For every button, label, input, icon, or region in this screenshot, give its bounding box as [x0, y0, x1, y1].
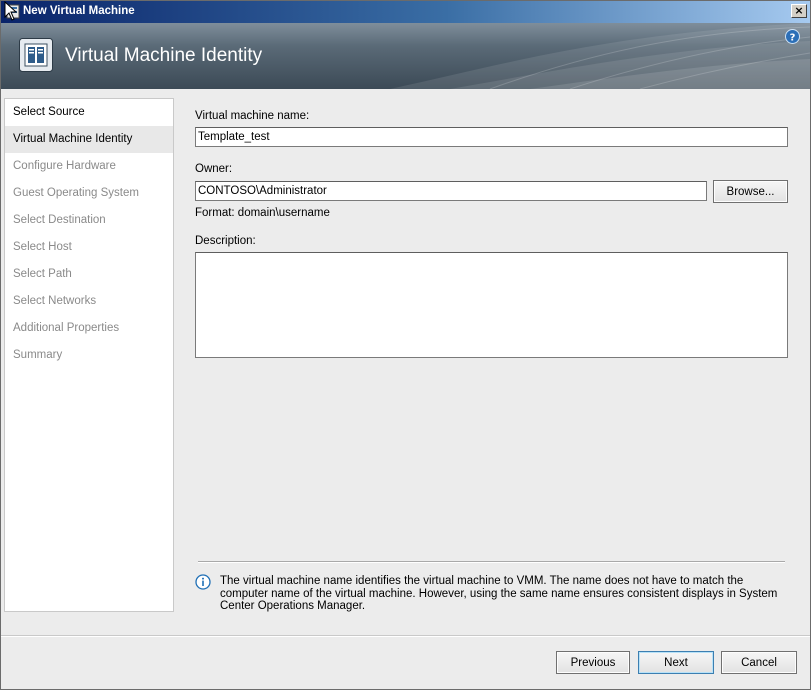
nav-item-select-networks[interactable]: Select Networks [5, 288, 173, 315]
help-glyph: ? [790, 33, 796, 44]
vm-name-input[interactable] [195, 127, 788, 147]
nav-item-select-destination[interactable]: Select Destination [5, 207, 173, 234]
owner-input[interactable] [195, 181, 707, 201]
browse-button[interactable]: Browse... [713, 180, 788, 203]
banner-decoration [390, 23, 810, 89]
nav-item-virtual-machine-identity[interactable]: Virtual Machine Identity [5, 126, 173, 153]
footer-divider [1, 635, 810, 637]
next-button[interactable]: Next [638, 651, 714, 674]
nav-item-configure-hardware[interactable]: Configure Hardware [5, 153, 173, 180]
page-title: Virtual Machine Identity [65, 45, 263, 66]
help-icon[interactable]: ? [785, 29, 800, 44]
nav-item-select-host[interactable]: Select Host [5, 234, 173, 261]
server-icon [19, 38, 53, 72]
info-icon [195, 574, 211, 590]
nav-item-select-source[interactable]: Select Source [5, 99, 173, 126]
header-banner: Virtual Machine Identity ? [1, 23, 810, 89]
window-title: New Virtual Machine [23, 5, 135, 17]
previous-button[interactable]: Previous [556, 651, 630, 674]
nav-item-select-path[interactable]: Select Path [5, 261, 173, 288]
new-virtual-machine-window: New Virtual Machine × Virtual Machine Id… [0, 0, 811, 690]
nav-item-summary[interactable]: Summary [5, 342, 173, 369]
info-divider [198, 561, 785, 563]
description-label: Description: [195, 235, 256, 247]
info-message: The virtual machine name identifies the … [220, 575, 778, 612]
cancel-button[interactable]: Cancel [721, 651, 797, 674]
title-bar[interactable]: New Virtual Machine × [1, 1, 810, 23]
vm-name-label: Virtual machine name: [195, 110, 310, 122]
owner-label: Owner: [195, 163, 233, 175]
nav-item-additional-properties[interactable]: Additional Properties [5, 315, 173, 342]
description-textarea[interactable] [195, 252, 788, 358]
nav-item-guest-operating-system[interactable]: Guest Operating System [5, 180, 173, 207]
wizard-steps-nav: Select Source Virtual Machine Identity C… [4, 98, 174, 612]
mouse-cursor-icon [4, 1, 18, 21]
owner-format-hint: Format: domain\username [195, 207, 330, 219]
close-button[interactable]: × [791, 4, 807, 18]
